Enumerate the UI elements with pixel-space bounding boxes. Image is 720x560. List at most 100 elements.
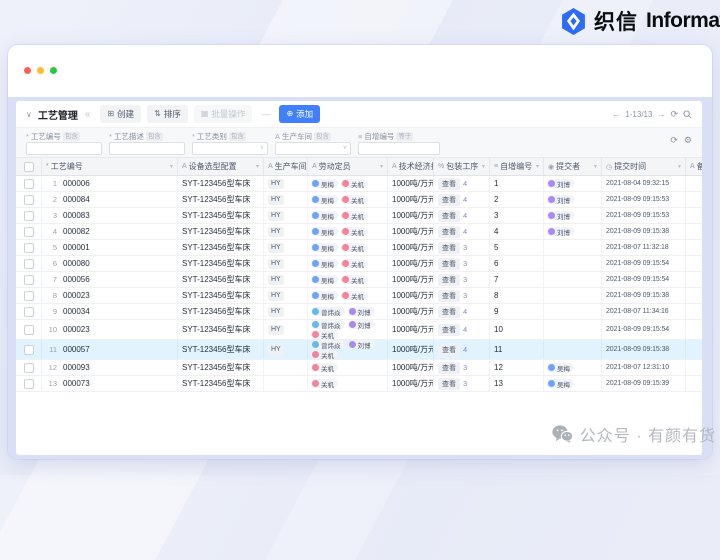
row-checkbox[interactable] <box>23 258 34 269</box>
batch-button: ▦ 批量操作 <box>193 105 253 123</box>
table-row[interactable]: 7 000056 SYT-123456型车床 HY 吴梅 关机 1000吨/万元 查看 3 7 20… <box>16 272 702 288</box>
column-dropdown-icon[interactable]: ▾ <box>170 163 173 170</box>
filter-autono-input[interactable] <box>358 142 440 155</box>
table-row[interactable]: 3 000083 SYT-123456型车床 HY 吴梅 关机 1000吨/万元 查看 4 3 刘博… <box>16 208 702 224</box>
column-header-note[interactable]: A备注▾ <box>686 158 702 175</box>
row-number: 1 <box>52 179 57 188</box>
column-header-submitter[interactable]: ◉ 提交者 ▾ <box>544 158 602 175</box>
row-checkbox[interactable] <box>23 210 34 221</box>
select-all-checkbox[interactable] <box>23 161 34 172</box>
table-row[interactable]: 1 000006 SYT-123456型车床 HY 吴梅 关机 1000吨/万元 查看 4 1 刘博… <box>16 176 702 192</box>
code-value: 000057 <box>63 345 90 354</box>
sort-icon: ⇅ <box>154 109 161 118</box>
filter-refresh-icon[interactable]: ⟳ <box>670 135 678 146</box>
filter-workshop-select[interactable] <box>275 142 351 155</box>
column-dropdown-icon[interactable]: ▾ <box>678 163 681 170</box>
next-page-icon[interactable]: → <box>657 110 665 119</box>
column-dropdown-icon[interactable]: ▾ <box>380 163 383 170</box>
row-checkbox[interactable] <box>23 344 34 355</box>
table-row[interactable]: 4 000082 SYT-123456型车床 HY 吴梅 关机 1000吨/万元 查看 4 4 刘博… <box>16 224 702 240</box>
view-records-count: 4 <box>463 211 468 220</box>
table-row[interactable]: 2 000084 SYT-123456型车床 HY 吴梅 关机 1000吨/万元 查看 4 2 刘博… <box>16 192 702 208</box>
create-button[interactable]: ⊞ 创建 <box>100 105 142 123</box>
field-type-icon: A <box>268 163 273 170</box>
row-checkbox[interactable] <box>23 178 34 189</box>
table-row[interactable]: 9 000034 SYT-123456型车床 HY 曾炜焱 刘博 1000吨/万元 查看 4 9 2… <box>16 304 702 320</box>
cell-code: 4 000082 <box>42 224 178 239</box>
column-header-code[interactable]: * 工艺编号 ▾ <box>42 158 178 175</box>
column-header-workshop[interactable]: A生产车间▾ <box>264 158 308 175</box>
table-row[interactable]: 5 000001 SYT-123456型车床 HY 吴梅 关机 1000吨/万元 查看 3 5 20… <box>16 240 702 256</box>
view-records-button[interactable]: 查看 <box>438 209 460 222</box>
avatar <box>312 341 319 348</box>
row-checkbox[interactable] <box>23 378 34 389</box>
avatar <box>548 212 555 219</box>
row-checkbox[interactable] <box>23 362 34 373</box>
row-checkbox[interactable] <box>23 290 34 301</box>
filter-desc-label: * 工艺描述 包含 <box>109 131 185 142</box>
view-records-button[interactable]: 查看 <box>438 323 460 336</box>
view-records-button[interactable]: 查看 <box>438 225 460 238</box>
column-header-staff[interactable]: A 劳动定员 ▾ <box>308 158 388 175</box>
column-dropdown-icon[interactable]: ▾ <box>594 163 597 170</box>
view-records-button[interactable]: 查看 <box>438 289 460 302</box>
user-name: 吴梅 <box>321 197 334 205</box>
close-window-button[interactable] <box>24 67 31 74</box>
user-chip: 吴梅 <box>547 363 574 373</box>
view-records-button[interactable]: 查看 <box>438 343 460 356</box>
view-caret-icon[interactable]: ∨ <box>26 110 32 119</box>
cell-workshop: HY <box>264 272 308 287</box>
view-records-button[interactable]: 查看 <box>438 241 460 254</box>
zoom-window-button[interactable] <box>50 67 57 74</box>
prev-page-icon[interactable]: ← <box>612 110 620 119</box>
column-dropdown-icon[interactable]: ▾ <box>482 163 485 170</box>
cell-code: 8 000023 <box>42 288 178 303</box>
table-row[interactable]: 13 000073 SYT-123456型车床 关机 1000吨/万元 查看 3 13 吴梅 20… <box>16 376 702 392</box>
row-checkbox[interactable] <box>23 274 34 285</box>
refresh-icon[interactable]: ⟳ <box>670 109 678 120</box>
view-records-button[interactable]: 查看 <box>438 177 460 190</box>
select-all-cell <box>16 158 42 175</box>
column-header-autono[interactable]: ≡ 自增编号 ▾ <box>490 158 544 175</box>
table-row[interactable]: 11 000057 SYT-123456型车床 HY 曾炜焱 刘博 关机 1000吨/万元 查看… <box>16 340 702 360</box>
filter-field-name: 工艺类别 <box>196 132 227 141</box>
cell-device: SYT-123456型车床 <box>178 224 264 239</box>
view-records-button[interactable]: 查看 <box>438 377 460 390</box>
filter-field-name: 自增编号 <box>364 132 395 141</box>
user-name: 吴梅 <box>321 245 334 253</box>
table-row[interactable]: 12 000093 SYT-123456型车床 关机 1000吨/万元 查看 3 12 吴梅 20… <box>16 360 702 376</box>
row-checkbox[interactable] <box>23 306 34 317</box>
view-records-button[interactable]: 查看 <box>438 257 460 270</box>
add-button[interactable]: ⊕ 添加 <box>279 105 321 123</box>
row-checkbox[interactable] <box>23 324 34 335</box>
column-header-device[interactable]: A 设备选型配置 ▾ <box>178 158 264 175</box>
collapse-icon[interactable]: « <box>85 109 91 120</box>
cell-time: 2021-08-07 12:31:10 <box>602 360 686 375</box>
table-row[interactable]: 8 000023 SYT-123456型车床 HY 吴梅 关机 1000吨/万元 查看 3 8 20… <box>16 288 702 304</box>
minimize-window-button[interactable] <box>37 67 44 74</box>
filter-code-input[interactable] <box>26 142 102 155</box>
column-header-time[interactable]: ◷ 提交时间 ▾ <box>602 158 686 175</box>
view-records-button[interactable]: 查看 <box>438 273 460 286</box>
row-checkbox[interactable] <box>23 242 34 253</box>
row-checkbox[interactable] <box>23 226 34 237</box>
table-row[interactable]: 6 000080 SYT-123456型车床 HY 吴梅 关机 1000吨/万元 查看 3 6 20… <box>16 256 702 272</box>
column-header-process[interactable]: % 包装工序 ▾ <box>434 158 490 175</box>
search-icon[interactable] <box>683 109 692 119</box>
column-dropdown-icon[interactable]: ▾ <box>536 163 539 170</box>
column-dropdown-icon[interactable]: ▾ <box>256 163 259 170</box>
cell-workshop <box>264 376 308 391</box>
table-row[interactable]: 10 000023 SYT-123456型车床 HY 曾炜焱 刘博 关机 1000吨/万元 查看… <box>16 320 702 340</box>
view-records-button[interactable]: 查看 <box>438 193 460 206</box>
filter-category-select[interactable] <box>192 142 268 155</box>
sort-button[interactable]: ⇅ 排序 <box>147 105 188 123</box>
column-header-indicator[interactable]: A技术经济指标▾ <box>388 158 434 175</box>
view-records-button[interactable]: 查看 <box>438 361 460 374</box>
view-records-button[interactable]: 查看 <box>438 305 460 318</box>
cell-autono: 6 <box>490 256 544 271</box>
filter-settings-icon[interactable]: ⚙ <box>684 135 692 146</box>
user-chip: 刘博 <box>347 307 375 317</box>
filter-desc-input[interactable] <box>109 142 185 155</box>
cell-autono: 11 <box>490 340 544 359</box>
row-checkbox[interactable] <box>23 194 34 205</box>
